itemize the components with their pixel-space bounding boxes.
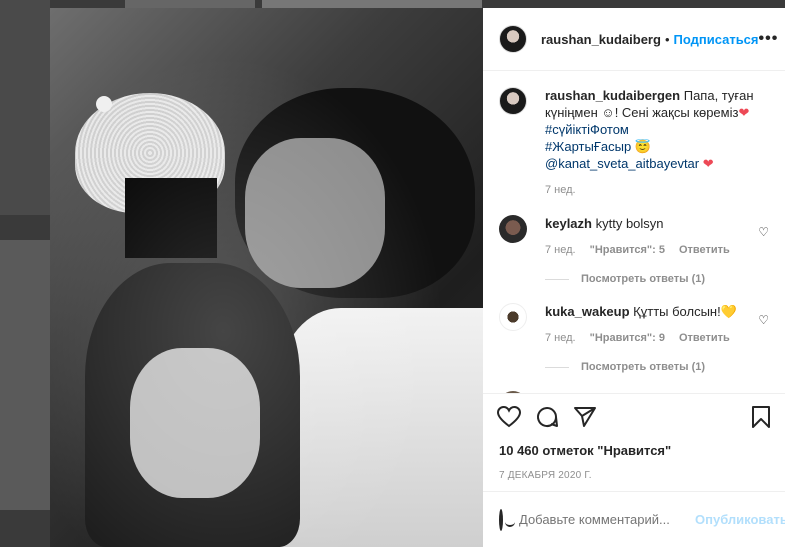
emoji-picker-icon[interactable]: [499, 508, 515, 531]
commenter-username[interactable]: kuka_wakeup: [545, 304, 630, 319]
separator-dot: •: [664, 31, 670, 47]
comment-text: kytty bolsyn: [595, 216, 664, 231]
replies-divider: [545, 278, 569, 280]
comment-time[interactable]: 7 нед.: [545, 242, 576, 259]
author-avatar[interactable]: [499, 25, 527, 53]
add-comment-bar: Опубликовать: [483, 491, 785, 547]
comment-likes[interactable]: "Нравится": 9: [590, 330, 665, 347]
background-thumbnail: [0, 240, 50, 510]
like-heart-icon[interactable]: [496, 405, 522, 432]
caption-time[interactable]: 7 нед.: [545, 182, 576, 199]
view-replies-label: Посмотреть ответы (1): [581, 273, 706, 285]
publish-button[interactable]: Опубликовать: [695, 512, 785, 527]
like-comment-heart-icon[interactable]: ♡: [758, 225, 769, 239]
author-username[interactable]: raushan_kudaiberg: [541, 32, 661, 47]
heart-emoji: ❤: [702, 156, 714, 171]
view-replies-button[interactable]: Посмотреть ответы (1): [545, 361, 769, 373]
view-replies-label: Посмотреть ответы (1): [581, 361, 706, 373]
comment-item: keylazh kytty bolsyn 7 нед. "Нравится": …: [499, 215, 769, 259]
share-paper-plane-icon[interactable]: [573, 406, 597, 432]
reply-button[interactable]: Ответить: [679, 242, 730, 259]
post-header: raushan_kudaiberg • Подписаться •••: [483, 8, 785, 71]
replies-divider: [545, 366, 569, 368]
comment-item-partial: [499, 391, 769, 393]
caption-text: ! Сені жақсы көремiз: [614, 105, 739, 120]
comment-bubble-icon[interactable]: [535, 405, 559, 433]
heart-emoji: ❤: [738, 105, 750, 120]
commenter-username[interactable]: keylazh: [545, 216, 592, 231]
comments-list[interactable]: raushan_kudaibergen Папа, туған күніңмен…: [483, 71, 785, 393]
post-modal: raushan_kudaiberg • Подписаться ••• raus…: [50, 8, 785, 547]
follow-button[interactable]: Подписаться: [674, 32, 759, 47]
angel-emoji: 😇: [634, 139, 652, 154]
smile-emoji: ☺: [601, 105, 615, 120]
action-bar: [483, 393, 785, 443]
comment-time[interactable]: 7 нед.: [545, 330, 576, 347]
background-thumbnail: [125, 0, 255, 8]
caption-username[interactable]: raushan_kudaibergen: [545, 88, 680, 103]
hashtag-link[interactable]: #сүйiктiФотом: [545, 122, 629, 137]
likes-count[interactable]: 10 460 отметок "Нравится": [483, 443, 785, 465]
more-options-icon[interactable]: •••: [759, 30, 779, 48]
photo-shading: [50, 8, 483, 547]
view-replies-button[interactable]: Посмотреть ответы (1): [545, 273, 769, 285]
comment-text: Құтты болсын!: [633, 304, 721, 319]
comment-likes[interactable]: "Нравится": 5: [590, 242, 665, 259]
reply-button[interactable]: Ответить: [679, 330, 730, 347]
background-thumbnail: [0, 0, 50, 215]
caption: raushan_kudaibergen Папа, туған күніңмен…: [499, 87, 769, 199]
hashtag-link[interactable]: #ЖартыҒасыр: [545, 139, 631, 154]
yellow-heart-emoji: 💛: [720, 304, 737, 319]
commenter-avatar[interactable]: [499, 391, 527, 393]
comment-input[interactable]: [519, 512, 695, 527]
post-photo[interactable]: [50, 8, 483, 547]
bookmark-icon[interactable]: [751, 405, 771, 433]
like-comment-heart-icon[interactable]: ♡: [758, 313, 769, 327]
commenter-avatar[interactable]: [499, 303, 527, 331]
post-date[interactable]: 7 ДЕКАБРЯ 2020 Г.: [483, 465, 785, 491]
commenter-avatar[interactable]: [499, 215, 527, 243]
caption-avatar[interactable]: [499, 87, 527, 115]
comment-item: kuka_wakeup Құтты болсын!💛 7 нед. "Нрави…: [499, 303, 769, 347]
post-side-panel: raushan_kudaiberg • Подписаться ••• raus…: [483, 8, 785, 547]
background-thumbnail: [262, 0, 482, 8]
mention-link[interactable]: @kanat_sveta_aitbayevtar: [545, 156, 699, 171]
